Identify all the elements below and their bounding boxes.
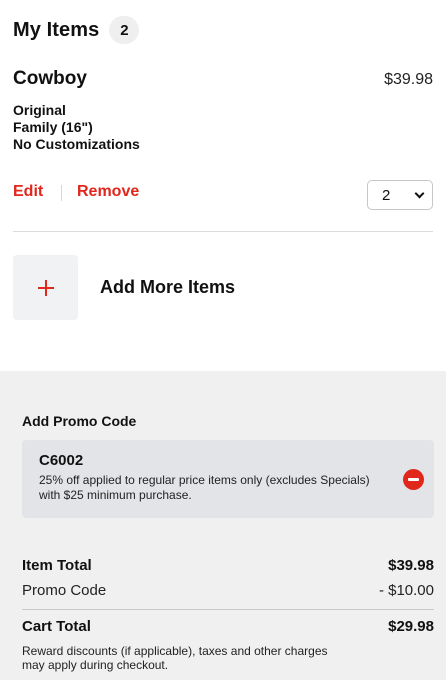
promo-heading[interactable]: Add Promo Code <box>22 413 136 429</box>
item-count-badge: 2 <box>109 16 140 44</box>
quantity-value: 2 <box>382 186 391 204</box>
order-summary: Add Promo Code C6002 25% off applied to … <box>0 371 446 680</box>
item-detail-crust: Original <box>13 102 66 118</box>
item-name: Cowboy <box>13 68 87 89</box>
cart-header: My Items 2 <box>13 16 140 44</box>
cart-page: My Items 2 Cowboy $39.98 Original Family… <box>0 0 446 680</box>
plus-icon <box>37 279 54 296</box>
item-actions: Edit Remove 2 <box>13 180 433 212</box>
item-total-value: $39.98 <box>388 557 434 574</box>
action-divider <box>61 185 62 201</box>
cart-total-value: $29.98 <box>388 618 434 635</box>
promo-discount-label: Promo Code <box>22 582 107 599</box>
item-price: $39.98 <box>384 71 433 88</box>
page-title: My Items <box>13 18 100 41</box>
promo-description: 25% off applied to regular price items o… <box>39 473 370 502</box>
promo-code: C6002 <box>39 452 84 469</box>
checkout-footnote: Reward discounts (if applicable), taxes … <box>22 644 328 672</box>
add-more-label[interactable]: Add More Items <box>100 277 235 298</box>
totals-divider <box>22 609 434 610</box>
item-detail-size: Family (16") <box>13 119 93 135</box>
cart-total-row: Cart Total $29.98 <box>22 618 434 643</box>
cart-item: Cowboy $39.98 Original Family (16") No C… <box>13 68 433 153</box>
remove-link[interactable]: Remove <box>77 183 139 201</box>
totals: Item Total $39.98 Promo Code - $10.00 Ca… <box>22 557 434 672</box>
item-detail-customizations: No Customizations <box>13 136 140 152</box>
promo-discount-row: Promo Code - $10.00 <box>22 582 434 607</box>
chevron-down-icon <box>414 188 425 198</box>
item-total-label: Item Total <box>22 557 92 574</box>
promo-discount-value: - $10.00 <box>378 582 434 599</box>
cart-total-label: Cart Total <box>22 618 91 635</box>
item-divider <box>13 231 433 232</box>
remove-promo-icon[interactable] <box>403 469 424 490</box>
item-total-row: Item Total $39.98 <box>22 557 434 582</box>
edit-link[interactable]: Edit <box>13 183 43 201</box>
add-more-items-button[interactable]: Add More Items <box>13 255 235 320</box>
quantity-select[interactable]: 2 <box>367 180 433 210</box>
add-more-tile[interactable] <box>13 255 78 320</box>
applied-promo-card: C6002 25% off applied to regular price i… <box>22 440 434 518</box>
item-details: Original Family (16") No Customizations <box>13 102 433 153</box>
